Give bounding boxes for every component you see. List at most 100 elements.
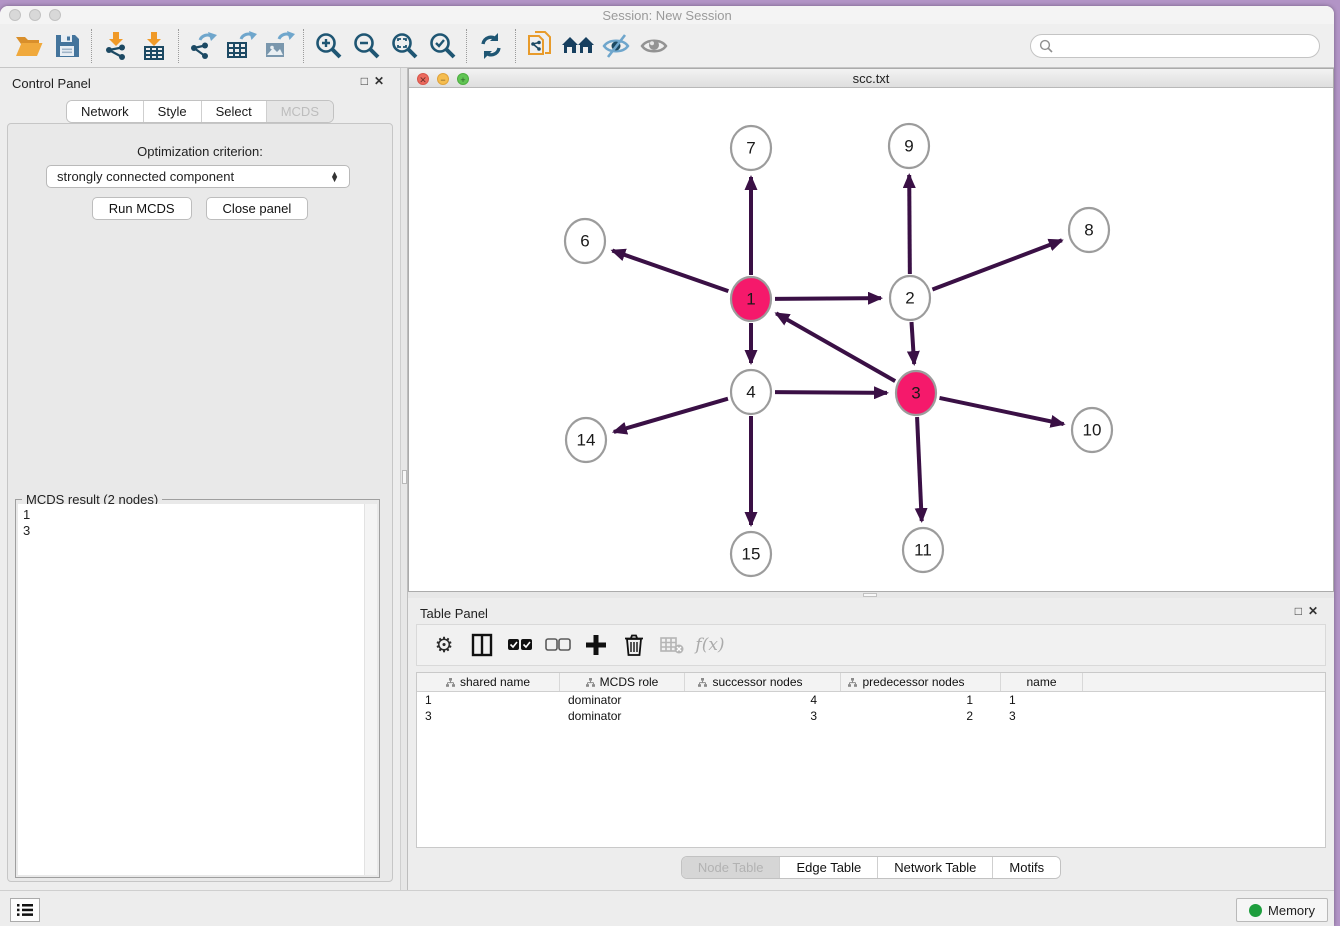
tab-network[interactable]: Network — [67, 101, 144, 122]
export-image-icon[interactable] — [260, 27, 298, 65]
edge-2-3[interactable] — [912, 322, 915, 364]
zoom-selected-icon[interactable] — [423, 27, 461, 65]
tab-edge-table[interactable]: Edge Table — [780, 857, 878, 878]
add-column-plus-icon[interactable] — [579, 628, 613, 662]
edge-2-9[interactable] — [909, 175, 910, 274]
svg-text:8: 8 — [1084, 221, 1093, 240]
close-panel-icon[interactable]: ✕ — [1308, 604, 1324, 618]
hide-graphics-details-icon[interactable] — [597, 27, 635, 65]
refresh-icon[interactable] — [472, 27, 510, 65]
toolbar-separator — [178, 29, 179, 63]
edge-1-2[interactable] — [775, 298, 881, 299]
node-9[interactable]: 9 — [889, 124, 929, 168]
hierarchy-icon — [848, 678, 857, 687]
edge-4-3[interactable] — [775, 392, 887, 393]
float-panel-icon[interactable]: □ — [361, 74, 374, 88]
column-header-predecessor-nodes[interactable]: predecessor nodes — [841, 673, 1001, 691]
svg-text:7: 7 — [746, 139, 755, 158]
column-header-successor-nodes[interactable]: successor nodes — [685, 673, 841, 691]
result-scrollbar[interactable] — [364, 504, 377, 875]
mcds-result-text[interactable]: 1 3 — [18, 504, 364, 875]
task-history-button[interactable] — [10, 898, 40, 922]
list-icon — [16, 903, 34, 917]
node-3[interactable]: 3 — [896, 371, 936, 415]
table-panel-title: Table Panel — [420, 606, 488, 621]
node-2[interactable]: 2 — [890, 276, 930, 320]
delete-column-trash-icon[interactable] — [617, 628, 651, 662]
network-window-title: scc.txt — [409, 71, 1333, 86]
toolbar-separator — [515, 29, 516, 63]
node-table[interactable]: shared nameMCDS rolesuccessor nodesprede… — [416, 672, 1326, 848]
float-panel-icon[interactable]: □ — [1295, 604, 1308, 618]
column-header-MCDS-role[interactable]: MCDS role — [560, 673, 685, 691]
vertical-splitter[interactable] — [400, 68, 408, 890]
tab-select[interactable]: Select — [202, 101, 267, 122]
zoom-fit-icon[interactable] — [385, 27, 423, 65]
table-tabs: Node TableEdge TableNetwork TableMotifs — [408, 856, 1334, 879]
search-input[interactable] — [1058, 39, 1311, 53]
search-field[interactable] — [1030, 34, 1320, 58]
edge-1-6[interactable] — [612, 251, 728, 292]
close-panel-button[interactable]: Close panel — [206, 197, 309, 220]
tab-network-table[interactable]: Network Table — [878, 857, 993, 878]
hierarchy-icon — [446, 678, 455, 687]
copy-current-network-icon[interactable] — [521, 27, 559, 65]
svg-text:1: 1 — [746, 290, 755, 309]
tab-mcds[interactable]: MCDS — [267, 101, 333, 122]
table-panel: Table Panel □✕ ⚙ f(x) — [408, 598, 1334, 890]
table-row[interactable]: 3dominator323 — [417, 708, 1325, 724]
edge-3-1[interactable] — [776, 313, 895, 381]
edge-3-11[interactable] — [917, 417, 922, 521]
node-15[interactable]: 15 — [731, 532, 771, 576]
column-header-name[interactable]: name — [1001, 673, 1083, 691]
svg-text:15: 15 — [742, 545, 761, 564]
toolbar-separator — [466, 29, 467, 63]
dropdown-stepper-icon: ▲▼ — [330, 172, 339, 182]
node-1[interactable]: 1 — [731, 277, 771, 321]
svg-text:2: 2 — [905, 289, 914, 308]
show-column-icon[interactable] — [465, 628, 499, 662]
edge-4-14[interactable] — [614, 399, 728, 432]
zoom-out-icon[interactable] — [347, 27, 385, 65]
run-mcds-button[interactable]: Run MCDS — [92, 197, 192, 220]
svg-text:3: 3 — [911, 384, 920, 403]
network-view-window: ✕ − + scc.txt 1234678910111415 — [408, 68, 1334, 592]
node-6[interactable]: 6 — [565, 219, 605, 263]
memory-button[interactable]: Memory — [1236, 898, 1328, 922]
import-table-icon[interactable] — [135, 27, 173, 65]
criterion-dropdown[interactable]: strongly connected component ▲▼ — [46, 165, 350, 188]
table-row[interactable]: 1dominator411 — [417, 692, 1325, 708]
edge-2-8[interactable] — [932, 240, 1061, 289]
column-settings-gear-icon[interactable]: ⚙ — [427, 628, 461, 662]
splitter-grip[interactable] — [863, 593, 877, 597]
close-panel-icon[interactable]: ✕ — [374, 74, 390, 88]
export-table-icon[interactable] — [222, 27, 260, 65]
hierarchy-icon — [586, 678, 595, 687]
home-icon[interactable] — [559, 27, 597, 65]
control-panel-tabs: NetworkStyleSelectMCDS — [0, 100, 400, 123]
hierarchy-icon — [698, 678, 707, 687]
save-session-icon[interactable] — [48, 27, 86, 65]
zoom-in-icon[interactable] — [309, 27, 347, 65]
column-header-shared-name[interactable]: shared name — [417, 673, 560, 691]
export-network-icon[interactable] — [184, 27, 222, 65]
network-canvas[interactable]: 1 2 3 4 6 7 8 9 10 11 14 15 — [409, 89, 1333, 591]
select-all-checked-icon[interactable] — [503, 628, 537, 662]
node-11[interactable]: 11 — [903, 528, 943, 572]
mcds-tab-body: Optimization criterion: strongly connect… — [7, 123, 393, 882]
node-14[interactable]: 14 — [566, 418, 606, 462]
tab-motifs[interactable]: Motifs — [993, 857, 1060, 878]
open-session-icon[interactable] — [10, 27, 48, 65]
node-8[interactable]: 8 — [1069, 208, 1109, 252]
deselect-all-unchecked-icon[interactable] — [541, 628, 575, 662]
tab-node-table[interactable]: Node Table — [682, 857, 781, 878]
node-4[interactable]: 4 — [731, 370, 771, 414]
node-10[interactable]: 10 — [1072, 408, 1112, 452]
edge-3-10[interactable] — [939, 398, 1063, 424]
node-7[interactable]: 7 — [731, 126, 771, 170]
splitter-grip[interactable] — [402, 470, 407, 484]
tab-style[interactable]: Style — [144, 101, 202, 122]
function-builder-fx-icon: f(x) — [693, 628, 727, 662]
toolbar-separator — [303, 29, 304, 63]
import-network-icon[interactable] — [97, 27, 135, 65]
